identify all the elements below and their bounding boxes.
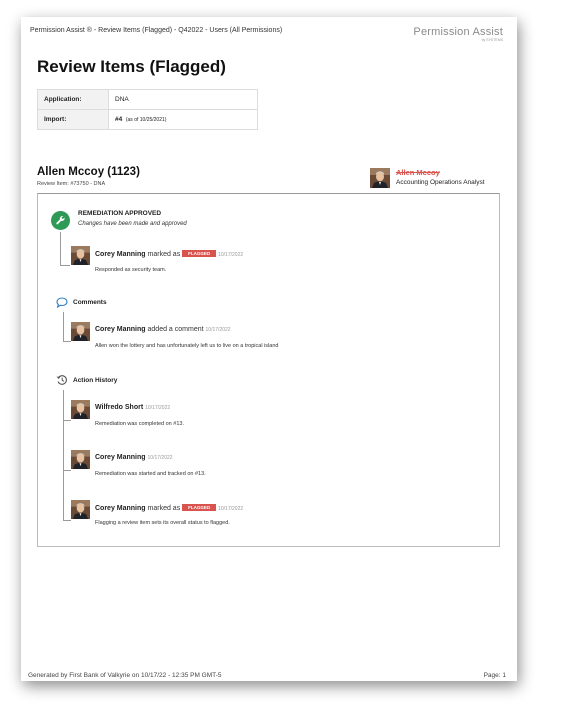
timeline-connector — [63, 420, 71, 421]
meta-key: Import: — [37, 109, 109, 130]
remediation-title: REMEDIATION APPROVED — [78, 210, 162, 217]
entry-action: marked as — [147, 251, 181, 258]
entry-date: 10/17/2022 — [147, 455, 173, 461]
report-footer-generated: Generated by First Bank of Valkyrie on 1… — [28, 672, 222, 679]
entry-action: added a comment — [147, 326, 204, 333]
meta-row-application: Application: DNA — [37, 89, 258, 110]
brand-logo: Permission Assist by SYSTEMS — [413, 26, 503, 42]
comment-entry-header: Corey Manning added a comment 10/17/2022 — [95, 326, 231, 333]
entry-date: 10/17/2022 — [218, 506, 244, 512]
wrench-icon — [56, 216, 65, 225]
entry-date: 10/17/2022 — [205, 327, 231, 333]
page-title: Review Items (Flagged) — [37, 57, 226, 76]
meta-row-import: Import: #4 (as of 10/25/2021) — [37, 109, 258, 130]
entry-author: Wilfredo Short — [95, 404, 144, 411]
entry-date: 10/17/2022 — [145, 405, 171, 411]
flagged-badge: FLAGGED — [182, 250, 217, 257]
timeline-connector — [63, 470, 71, 471]
brand-name: Permission Assist — [413, 26, 503, 38]
history-entry-text: Flagging a review item sets its overall … — [95, 520, 230, 526]
timeline-connector — [63, 312, 64, 341]
remediation-status-icon — [51, 211, 70, 230]
page-number: Page: 1 — [483, 672, 506, 679]
user-avatar — [71, 500, 90, 519]
import-note: (as of 10/25/2021) — [125, 117, 167, 123]
timeline-connector — [63, 520, 71, 521]
history-entry-header: Corey Manning 10/17/2022 — [95, 454, 173, 461]
meta-value: DNA — [108, 89, 258, 110]
history-entry-header: Corey Manning marked as FLAGGED 10/17/20… — [95, 504, 243, 512]
timeline-connector — [63, 341, 71, 342]
application-value: DNA — [115, 96, 129, 103]
entry-author: Corey Manning — [95, 251, 146, 258]
manager-name: Allen Mccoy — [396, 168, 440, 177]
entry-action: marked as — [147, 505, 181, 512]
entry-text: Responded as security team. — [95, 267, 167, 273]
user-avatar — [71, 322, 90, 341]
remediation-subtitle: Changes have been made and approved — [78, 221, 187, 227]
history-entry-text: Remediation was started and tracked on #… — [95, 471, 206, 477]
user-avatar — [71, 400, 90, 419]
history-icon — [56, 375, 67, 385]
timeline-connector — [60, 232, 61, 265]
timeline-connector — [60, 265, 70, 266]
entry-date: 10/17/2022 — [218, 252, 244, 258]
review-item-label: Review Item: #73750 - DNA — [37, 181, 106, 187]
entry-author: Corey Manning — [95, 505, 146, 512]
user-avatar — [71, 246, 90, 265]
report-header-title: Permission Assist ® - Review Items (Flag… — [30, 27, 283, 34]
history-entry-header: Wilfredo Short 10/17/2022 — [95, 404, 170, 411]
review-activity-panel: REMEDIATION APPROVED Changes have been m… — [37, 193, 500, 547]
flagged-badge: FLAGGED — [182, 504, 217, 511]
person-name: Allen Mccoy (1123) — [37, 166, 140, 178]
brand-sub: by SYSTEMS — [481, 38, 503, 42]
entry-author: Corey Manning — [95, 454, 146, 461]
timeline-connector — [63, 390, 64, 500]
report-page: Permission Assist ® - Review Items (Flag… — [21, 17, 517, 681]
history-entry-text: Remediation was completed on #13. — [95, 421, 184, 427]
action-history-title: Action History — [73, 377, 118, 384]
manager-avatar — [370, 168, 390, 188]
meta-value: #4 (as of 10/25/2021) — [108, 109, 258, 130]
remediation-entry-header: Corey Manning marked as FLAGGED 10/17/20… — [95, 250, 243, 258]
comment-text: Allen won the lottery and has unfortunat… — [95, 343, 279, 349]
user-avatar — [71, 450, 90, 469]
timeline-connector — [63, 500, 64, 520]
meta-key: Application: — [37, 89, 109, 110]
import-value: #4 — [115, 116, 123, 123]
entry-author: Corey Manning — [95, 326, 146, 333]
comment-icon — [56, 297, 68, 308]
meta-table: Application: DNA Import: #4 (as of 10/25… — [37, 89, 258, 130]
comments-title: Comments — [73, 299, 107, 306]
manager-title: Accounting Operations Analyst — [396, 179, 485, 186]
